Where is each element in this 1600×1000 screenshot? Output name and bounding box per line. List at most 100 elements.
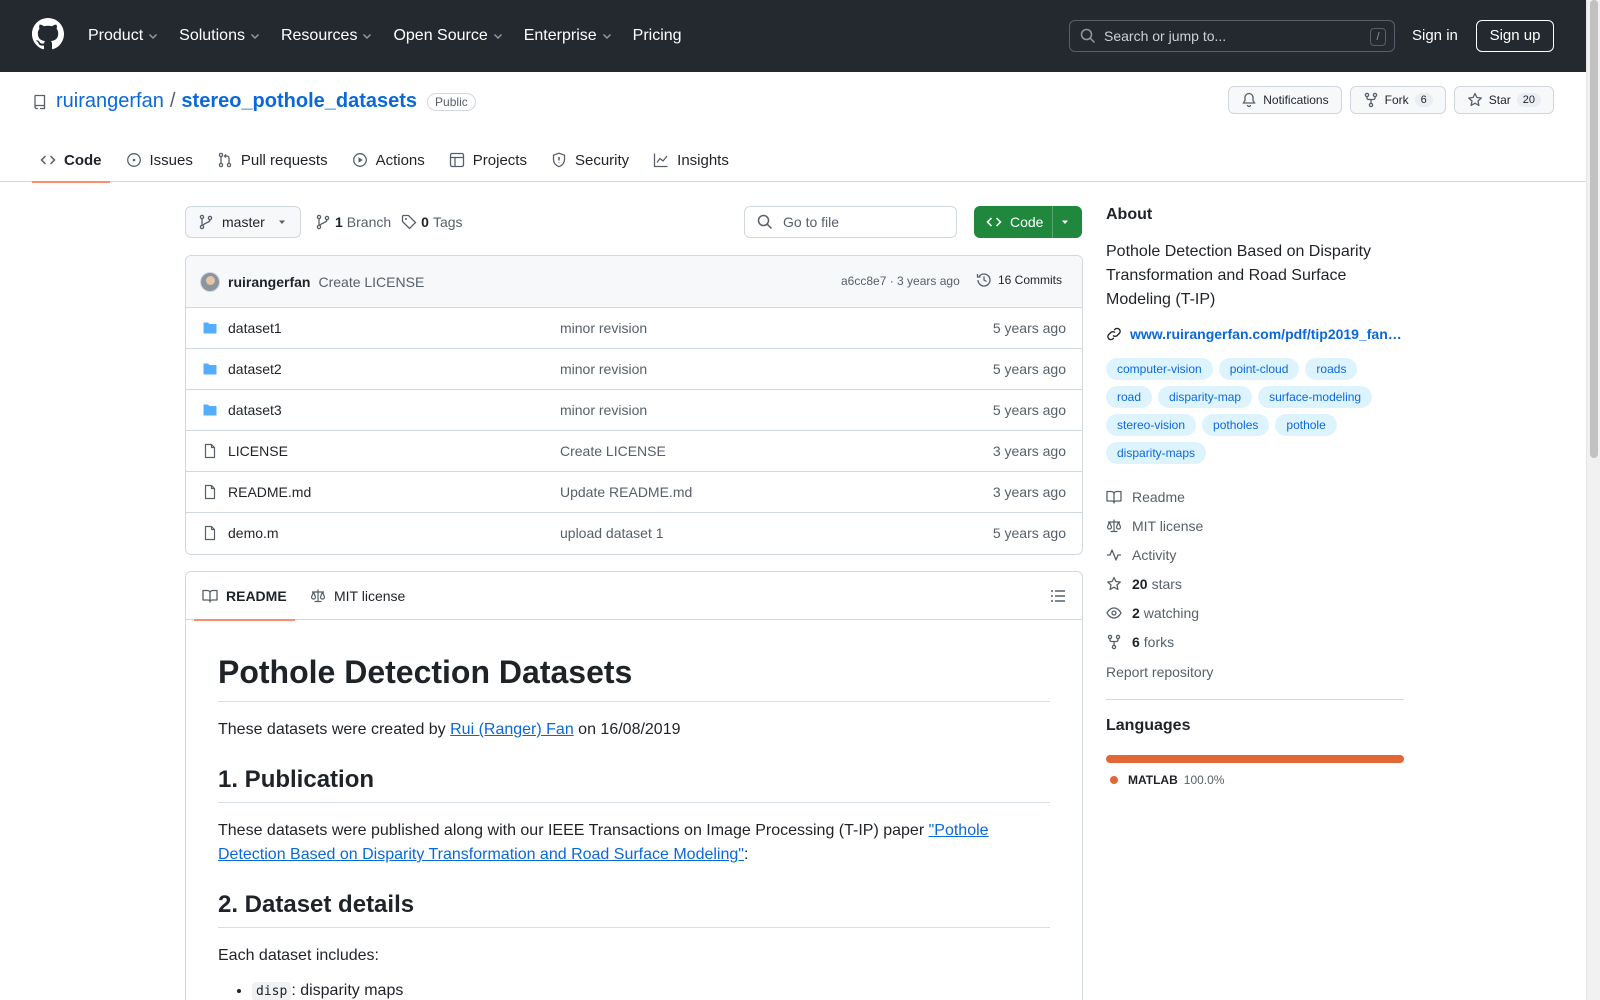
watching-label: watching (1143, 604, 1200, 621)
license-link[interactable]: MIT license (1106, 511, 1404, 540)
tab-insights[interactable]: Insights (645, 138, 737, 182)
file-icon (202, 484, 218, 500)
topic-tag[interactable]: point-cloud (1218, 358, 1300, 380)
star-button[interactable]: Star 20 (1453, 86, 1554, 114)
language-item[interactable]: MATLAB 100.0% (1106, 773, 1404, 787)
fork-button[interactable]: Fork 6 (1349, 86, 1446, 114)
file-name-link[interactable]: LICENSE (228, 443, 288, 459)
commit-author-link[interactable]: ruirangerfan (228, 274, 310, 290)
about-sidebar: About Pothole Detection Based on Dispari… (1106, 206, 1404, 787)
notifications-button[interactable]: Notifications (1228, 86, 1342, 114)
stars-link[interactable]: 20 stars (1106, 569, 1404, 598)
commit-message-link[interactable]: Create LICENSE (318, 274, 424, 290)
nav-open-source[interactable]: Open Source (393, 27, 503, 45)
file-commit-message-link[interactable]: Update README.md (560, 484, 692, 500)
report-repository-link[interactable]: Report repository (1106, 658, 1404, 687)
topic-tag[interactable]: potholes (1202, 414, 1270, 436)
topic-tag[interactable]: disparity-map (1158, 386, 1253, 408)
outline-list-icon[interactable] (1050, 588, 1066, 604)
search-input[interactable]: Search or jump to... / (1069, 20, 1395, 52)
branches-link[interactable]: 1 Branch (315, 214, 391, 230)
code-dropdown-button[interactable]: Code (974, 206, 1082, 238)
website-link[interactable]: www.ruirangerfan.com/pdf/tip2019_fan.pdf (1106, 326, 1404, 342)
readme-intro: These datasets were created by Rui (Rang… (218, 718, 1050, 742)
tab-readme[interactable]: README (194, 572, 295, 621)
topic-tag[interactable]: stereo-vision (1106, 414, 1197, 436)
tab-code-label: Code (64, 151, 102, 169)
law-icon (1106, 519, 1122, 532)
branch-count: 1 (335, 214, 343, 230)
topic-tag[interactable]: road (1106, 386, 1153, 408)
tab-security[interactable]: Security (543, 138, 637, 182)
chevron-down-icon (250, 33, 259, 40)
table-row[interactable]: dataset3 minor revision 5 years ago (186, 390, 1082, 431)
repo-owner-link[interactable]: ruirangerfan (56, 90, 164, 113)
tab-actions[interactable]: Actions (344, 138, 433, 182)
topic-tag[interactable]: pothole (1275, 414, 1337, 436)
tab-license[interactable]: MIT license (310, 572, 405, 620)
forks-link[interactable]: 6 forks (1106, 627, 1404, 656)
tags-link[interactable]: 0 Tags (401, 214, 463, 230)
repository-header: ruirangerfan / stereo_pothole_datasets P… (0, 72, 1586, 183)
readme-link[interactable]: Readme (1106, 482, 1404, 511)
commit-meta[interactable]: a6cc8e7 · 3 years ago (841, 274, 960, 288)
website-url: www.ruirangerfan.com/pdf/tip2019_fan.pdf (1130, 326, 1402, 342)
repo-meta-list: Readme MIT license Activity 20 stars 2 w… (1106, 482, 1404, 687)
file-commit-age: 3 years ago (992, 443, 1066, 459)
top-navigation: Product Solutions Resources Open Source … (88, 0, 702, 72)
file-name-link[interactable]: demo.m (228, 525, 279, 541)
activity-link-label: Activity (1132, 546, 1177, 563)
nav-product[interactable]: Product (88, 27, 159, 45)
topic-tag[interactable]: disparity-maps (1106, 442, 1207, 464)
topic-tag[interactable]: surface-modeling (1258, 386, 1373, 408)
file-commit-message-link[interactable]: minor revision (560, 402, 647, 418)
file-commit-age: 5 years ago (992, 402, 1066, 418)
code-icon (40, 155, 56, 165)
nav-solutions[interactable]: Solutions (179, 27, 261, 45)
file-name-link[interactable]: dataset3 (228, 402, 282, 418)
author-link[interactable]: Rui (Ranger) Fan (450, 721, 574, 738)
watchers-link[interactable]: 2 watching (1106, 598, 1404, 627)
publication-paragraph: These datasets were published along with… (218, 819, 1050, 867)
tab-pull-requests[interactable]: Pull requests (209, 138, 336, 182)
tab-code[interactable]: Code (32, 138, 110, 183)
file-name-link[interactable]: dataset1 (228, 320, 282, 336)
stars-count: 20 (1132, 575, 1148, 592)
go-to-file-input[interactable]: Go to file (744, 206, 957, 238)
tab-issues[interactable]: Issues (118, 138, 201, 182)
table-row[interactable]: dataset2 minor revision 5 years ago (186, 349, 1082, 390)
branch-selector[interactable]: master (185, 206, 301, 238)
nav-enterprise[interactable]: Enterprise (524, 27, 613, 45)
topic-tag[interactable]: computer-vision (1106, 358, 1213, 380)
table-row[interactable]: demo.m upload dataset 1 5 years ago (186, 513, 1082, 554)
table-row[interactable]: LICENSE Create LICENSE 3 years ago (186, 431, 1082, 472)
avatar[interactable] (200, 271, 220, 292)
readme-title: Pothole Detection Datasets (218, 654, 1050, 702)
sign-in-link[interactable]: Sign in (1412, 27, 1458, 44)
nav-resources[interactable]: Resources (281, 27, 373, 45)
scrollbar-thumb[interactable] (1590, 0, 1598, 458)
table-row[interactable]: dataset1 minor revision 5 years ago (186, 308, 1082, 349)
tab-projects[interactable]: Projects (441, 138, 535, 182)
file-name-link[interactable]: README.md (228, 484, 311, 500)
github-logo-icon[interactable] (32, 18, 64, 50)
law-icon (310, 589, 326, 603)
repo-name-link[interactable]: stereo_pothole_datasets (181, 90, 417, 113)
table-row[interactable]: README.md Update README.md 3 years ago (186, 472, 1082, 513)
file-commit-message-link[interactable]: upload dataset 1 (560, 525, 664, 541)
sign-up-button[interactable]: Sign up (1476, 20, 1554, 52)
details-intro: Each dataset includes: (218, 947, 379, 964)
star-count: 20 (1516, 93, 1541, 107)
activity-link[interactable]: Activity (1106, 540, 1404, 569)
file-commit-message-link[interactable]: Create LICENSE (560, 443, 666, 459)
file-name-link[interactable]: dataset2 (228, 361, 282, 377)
search-shortcut-key: / (1370, 28, 1386, 46)
branch-icon (199, 214, 213, 230)
file-commit-message-link[interactable]: minor revision (560, 320, 647, 336)
commits-history-link[interactable]: 16 Commits (976, 272, 1062, 288)
page-scrollbar[interactable] (1586, 0, 1600, 1000)
star-label: Star (1488, 93, 1511, 107)
nav-pricing[interactable]: Pricing (633, 27, 682, 45)
file-commit-message-link[interactable]: minor revision (560, 361, 647, 377)
topic-tag[interactable]: roads (1305, 358, 1358, 380)
